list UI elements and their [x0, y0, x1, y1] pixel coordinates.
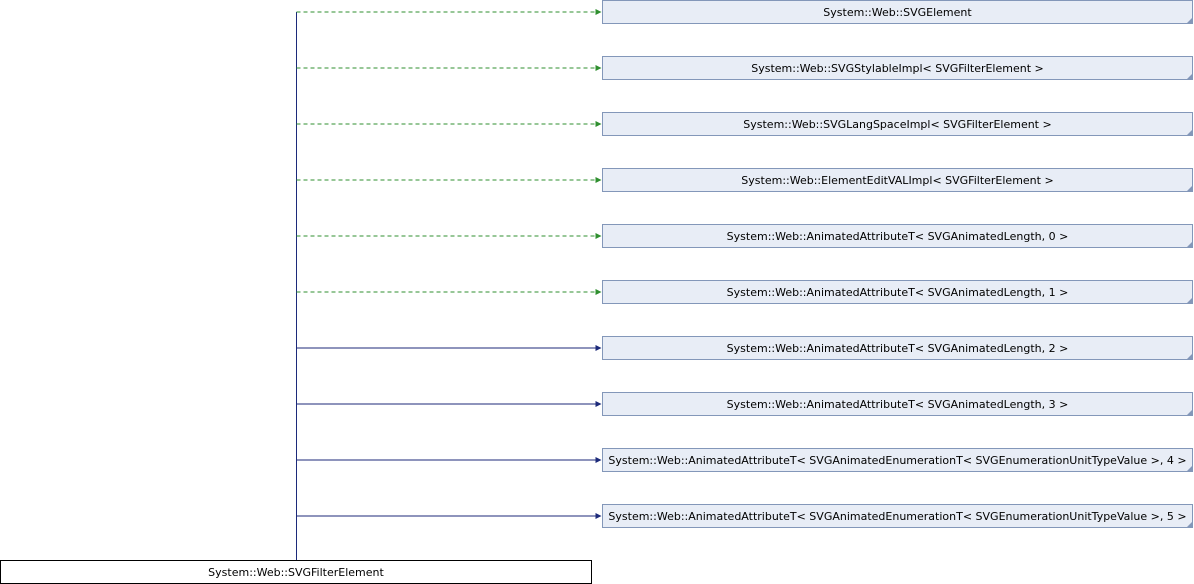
edge-arrowhead: [595, 345, 602, 351]
derived-class-label[interactable]: System::Web::SVGFilterElement: [208, 566, 384, 579]
inheritance-edges: [296, 9, 602, 560]
edge-arrowhead: [595, 121, 602, 127]
base-class-node[interactable]: System::Web::SVGStylableImpl< SVGFilterE…: [602, 56, 1193, 80]
edge-arrowhead: [595, 9, 602, 15]
base-class-node[interactable]: System::Web::SVGLangSpaceImpl< SVGFilter…: [602, 112, 1193, 136]
edge-arrowhead: [595, 233, 602, 239]
edge-arrowhead: [595, 289, 602, 295]
base-class-node[interactable]: System::Web::AnimatedAttributeT< SVGAnim…: [602, 336, 1193, 360]
base-class-label[interactable]: System::Web::AnimatedAttributeT< SVGAnim…: [727, 398, 1069, 411]
base-class-node[interactable]: System::Web::ElementEditVALImpl< SVGFilt…: [602, 168, 1193, 192]
edge-arrowhead: [595, 65, 602, 71]
base-class-node[interactable]: System::Web::AnimatedAttributeT< SVGAnim…: [602, 224, 1193, 248]
base-class-label[interactable]: System::Web::AnimatedAttributeT< SVGAnim…: [608, 454, 1186, 467]
edge-arrowhead: [595, 513, 602, 519]
base-class-node[interactable]: System::Web::AnimatedAttributeT< SVGAnim…: [602, 280, 1193, 304]
base-class-label[interactable]: System::Web::AnimatedAttributeT< SVGAnim…: [727, 342, 1069, 355]
base-class-node[interactable]: System::Web::AnimatedAttributeT< SVGAnim…: [602, 448, 1193, 472]
base-class-label[interactable]: System::Web::ElementEditVALImpl< SVGFilt…: [741, 174, 1053, 187]
base-class-label[interactable]: System::Web::SVGElement: [823, 6, 972, 19]
base-class-label[interactable]: System::Web::AnimatedAttributeT< SVGAnim…: [727, 230, 1069, 243]
base-class-label[interactable]: System::Web::SVGLangSpaceImpl< SVGFilter…: [743, 118, 1051, 131]
base-class-label[interactable]: System::Web::AnimatedAttributeT< SVGAnim…: [727, 286, 1069, 299]
inheritance-diagram: System::Web::SVGElementSystem::Web::SVGS…: [0, 0, 1193, 584]
base-class-label[interactable]: System::Web::SVGStylableImpl< SVGFilterE…: [751, 62, 1044, 75]
edge-arrowhead: [595, 457, 602, 463]
base-class-label[interactable]: System::Web::AnimatedAttributeT< SVGAnim…: [608, 510, 1186, 523]
base-class-node[interactable]: System::Web::AnimatedAttributeT< SVGAnim…: [602, 392, 1193, 416]
base-class-nodes: System::Web::SVGElementSystem::Web::SVGS…: [602, 0, 1193, 528]
derived-class-node[interactable]: System::Web::SVGFilterElement: [0, 560, 592, 584]
base-class-node[interactable]: System::Web::SVGElement: [602, 0, 1193, 24]
edge-arrowhead: [595, 401, 602, 407]
edge-arrowhead: [595, 177, 602, 183]
base-class-node[interactable]: System::Web::AnimatedAttributeT< SVGAnim…: [602, 504, 1193, 528]
